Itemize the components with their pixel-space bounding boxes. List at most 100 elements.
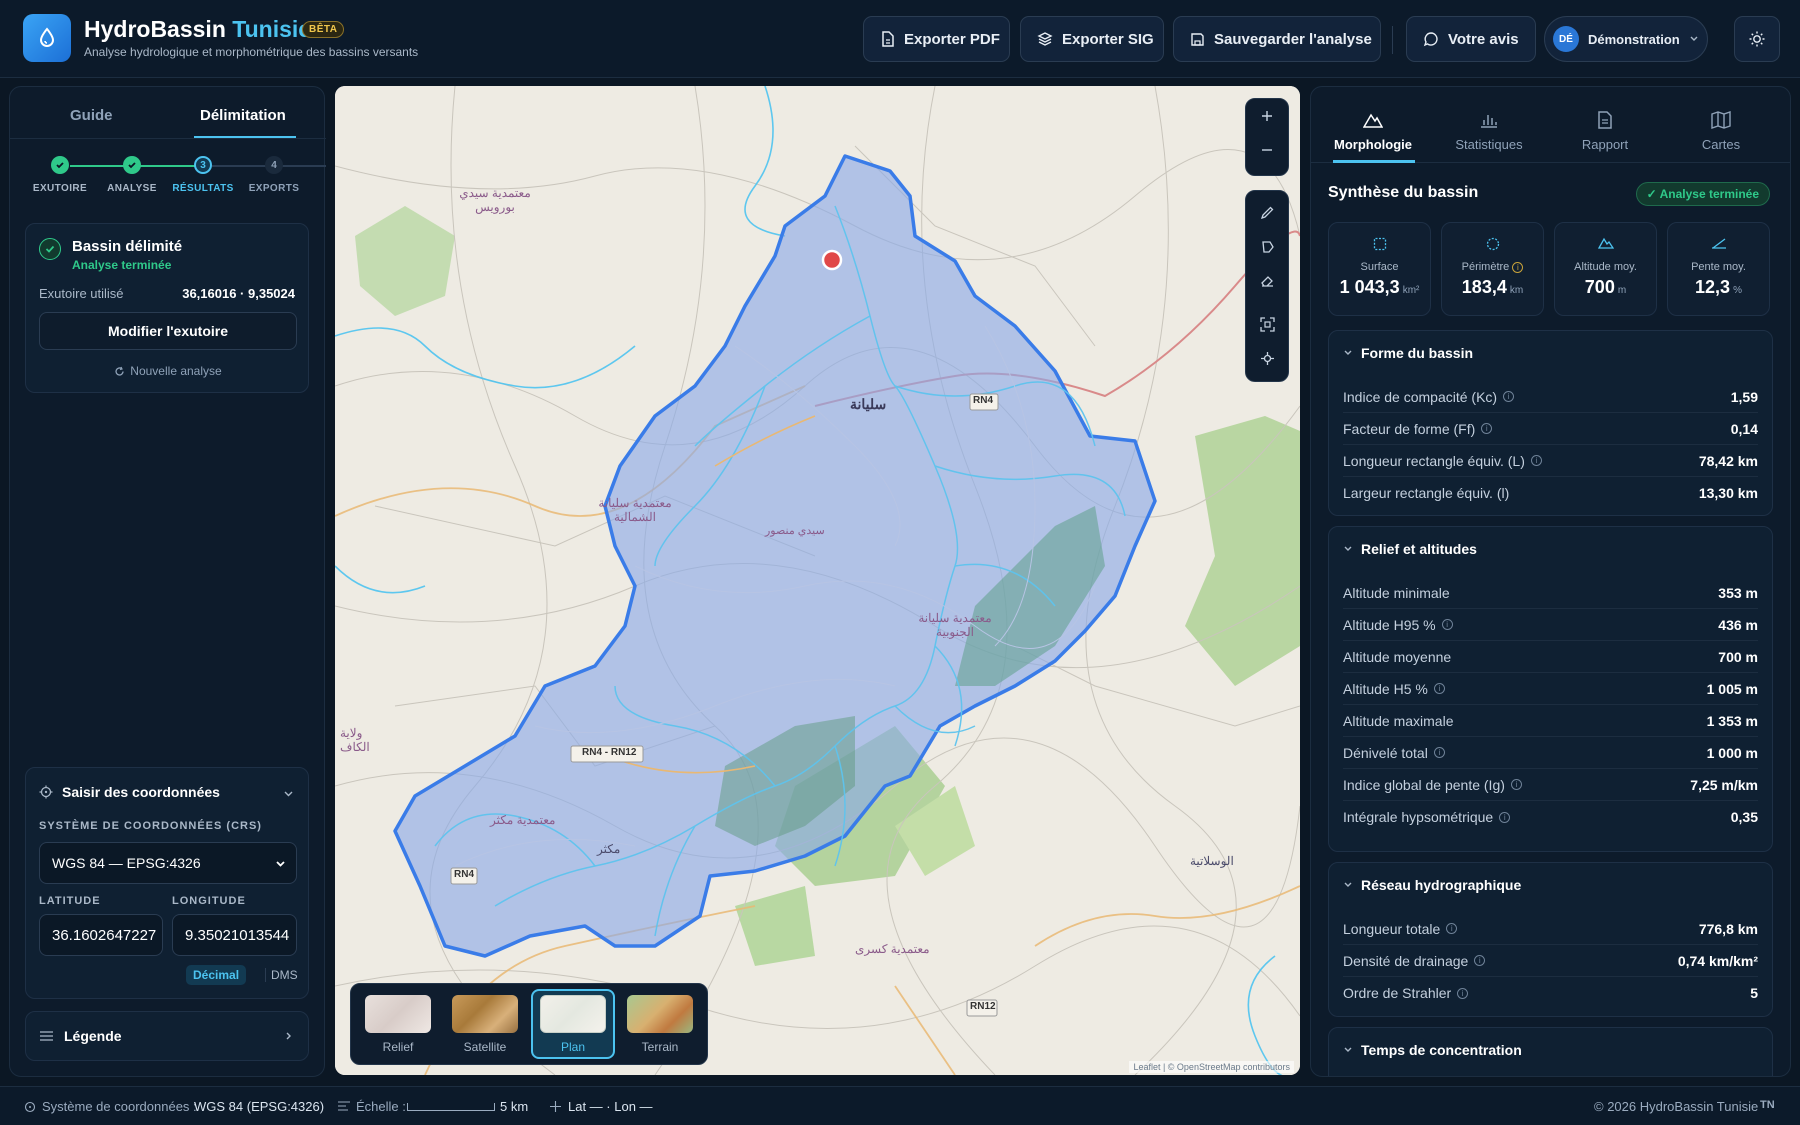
step-3-indicator[interactable]: 3	[194, 156, 212, 174]
save-analysis-button[interactable]: Sauvegarder l'analyse	[1173, 16, 1381, 62]
legend-card[interactable]: Légende	[25, 1011, 309, 1061]
basemap-satellite-thumb[interactable]	[452, 995, 518, 1033]
table-row: Indice global de pente (Ig) i 7,25 m/km	[1343, 769, 1758, 801]
progress-stepper: 3 4 EXUTOIRE ANALYSE RÉSULTATS EXPORTS	[10, 147, 326, 197]
tab-morphologie[interactable]: Morphologie	[1318, 109, 1428, 152]
crs-select[interactable]: WGS 84 — EPSG:4326	[39, 842, 297, 884]
section-header[interactable]: Temps de concentration	[1343, 1042, 1522, 1058]
section-header[interactable]: Forme du bassin	[1343, 345, 1473, 361]
map-canvas[interactable]	[335, 86, 1300, 1075]
coordinates-header[interactable]: Saisir des coordonnées	[39, 784, 220, 800]
circle-icon	[1442, 237, 1543, 253]
legend-title: Légende	[64, 1028, 122, 1044]
modify-outlet-button[interactable]: Modifier l'exutoire	[39, 312, 297, 350]
export-pdf-button[interactable]: Exporter PDF	[863, 16, 1010, 62]
info-icon: i	[1441, 619, 1453, 630]
active-tab-underline	[1333, 160, 1415, 163]
crosshair-icon	[24, 1101, 36, 1113]
save-icon	[1191, 32, 1204, 46]
zoom-in-icon[interactable]	[1246, 99, 1288, 133]
map-attribution[interactable]: Leaflet | © OpenStreetMap contributors	[1129, 1061, 1294, 1073]
chevron-down-icon	[1344, 350, 1352, 355]
table-row: Altitude maximale 1 353 m	[1343, 705, 1758, 737]
bar-chart-icon	[1434, 109, 1544, 131]
map-view[interactable]: RN4 RN4 - RN12 RN4 RN12 سليانة معتمدية س…	[335, 86, 1300, 1075]
tab-rapport[interactable]: Rapport	[1550, 109, 1660, 152]
road-shield-label: RN4	[973, 395, 994, 406]
tab-statistiques[interactable]: Statistiques	[1434, 109, 1544, 152]
basemap-relief-thumb[interactable]	[365, 995, 431, 1033]
sun-icon	[1749, 31, 1765, 47]
export-sig-button[interactable]: Exporter SIG	[1020, 16, 1164, 62]
info-icon: i	[1499, 811, 1511, 823]
app-subtitle: Analyse hydrologique et morphométrique d…	[84, 45, 419, 59]
mountain-icon	[1318, 109, 1428, 131]
basin-title: Bassin délimité	[72, 238, 183, 255]
pencil-icon[interactable]	[1246, 195, 1288, 229]
info-icon: i	[1503, 391, 1515, 402]
language-code[interactable]: TN	[1760, 1099, 1775, 1111]
format-dms-toggle[interactable]: DMS	[271, 968, 298, 982]
stat-card-surface: Surface 1 043,3 km²	[1328, 222, 1431, 316]
longitude-input[interactable]: 9.35021013544	[172, 914, 297, 956]
water-drop-logo-icon	[23, 14, 71, 62]
concentration-section: Temps de concentration	[1328, 1027, 1773, 1076]
section-header[interactable]: Réseau hydrographique	[1343, 877, 1521, 893]
analysis-tabs: Morphologie Statistiques Rapport Cartes	[1311, 87, 1790, 163]
info-icon: i	[1512, 262, 1524, 273]
table-row: Intégrale hypsométrique i 0,35	[1343, 809, 1758, 825]
table-row: Altitude H5 % i 1 005 m	[1343, 673, 1758, 705]
eraser-icon[interactable]	[1246, 263, 1288, 297]
table-row: Largeur rectangle équiv. (l) 13,30 km	[1343, 485, 1758, 501]
longitude-label: LONGITUDE	[172, 895, 246, 907]
user-menu[interactable]: DÉ Démonstration	[1544, 16, 1708, 62]
map-tools	[1245, 190, 1289, 382]
polygon-icon[interactable]	[1246, 229, 1288, 263]
latitude-input[interactable]: 36.1602647227	[39, 914, 163, 956]
step-2-check-icon[interactable]	[123, 156, 141, 174]
info-icon: i	[1510, 779, 1522, 790]
chevron-down-icon	[1344, 882, 1352, 887]
road-shield-label: RN4 - RN12	[582, 747, 637, 758]
beta-badge: BÊTA	[302, 21, 345, 38]
table-row: Densité de drainage i 0,74 km/km²	[1343, 945, 1758, 977]
map-place-label: معتمدية سليانة الجنوبية	[918, 611, 992, 639]
file-icon	[882, 31, 894, 47]
chevron-right-icon	[286, 1032, 291, 1040]
section-header[interactable]: Relief et altitudes	[1343, 541, 1477, 557]
layers-icon	[1037, 32, 1053, 46]
scale-label: Échelle :	[356, 1099, 406, 1114]
zoom-out-icon[interactable]	[1246, 133, 1288, 167]
info-icon: i	[1433, 683, 1445, 694]
step-4-indicator[interactable]: 4	[265, 156, 283, 174]
basemap-switcher: Relief Satellite Plan Terrain	[350, 983, 708, 1065]
step-connector	[282, 165, 326, 167]
feedback-button[interactable]: Votre avis	[1406, 16, 1536, 62]
tab-cartes[interactable]: Cartes	[1666, 109, 1776, 152]
new-analysis-link[interactable]: Nouvelle analyse	[26, 364, 310, 378]
fit-bounds-icon[interactable]	[1246, 307, 1288, 341]
tab-delimitation[interactable]: Délimitation	[200, 107, 286, 124]
basemap-plan-thumb[interactable]	[540, 995, 606, 1033]
format-decimal-toggle[interactable]: Décimal	[186, 965, 247, 985]
crs-status-value: WGS 84 (EPSG:4326)	[194, 1099, 325, 1114]
network-section: Réseau hydrographique Longueur totale i 77…	[1328, 862, 1773, 1017]
basemap-terrain-thumb[interactable]	[627, 995, 693, 1033]
map-city-label: سليانة	[850, 396, 887, 412]
map-place-label: الوسلاتية	[1190, 854, 1234, 868]
left-tabs: Guide Délimitation	[10, 87, 326, 139]
step-1-check-icon[interactable]	[51, 156, 69, 174]
info-icon: i	[1474, 955, 1486, 966]
latitude-label: LATITUDE	[39, 895, 101, 907]
chevron-down-icon[interactable]	[283, 788, 294, 799]
theme-toggle-button[interactable]	[1734, 16, 1780, 62]
outlet-marker[interactable]	[821, 249, 843, 271]
tab-guide[interactable]: Guide	[70, 107, 113, 124]
info-icon: i	[1457, 987, 1469, 999]
stat-card-altitude: Altitude moy. 700 m	[1554, 222, 1657, 316]
top-bar: HydroBassin Tunisie BÊTA Analyse hydrolo…	[0, 0, 1800, 78]
relief-section: Relief et altitudes Altitude minimale 353…	[1328, 526, 1773, 852]
step-connector	[70, 165, 130, 167]
scale-value: 5 km	[500, 1099, 529, 1114]
locate-icon[interactable]	[1246, 341, 1288, 375]
